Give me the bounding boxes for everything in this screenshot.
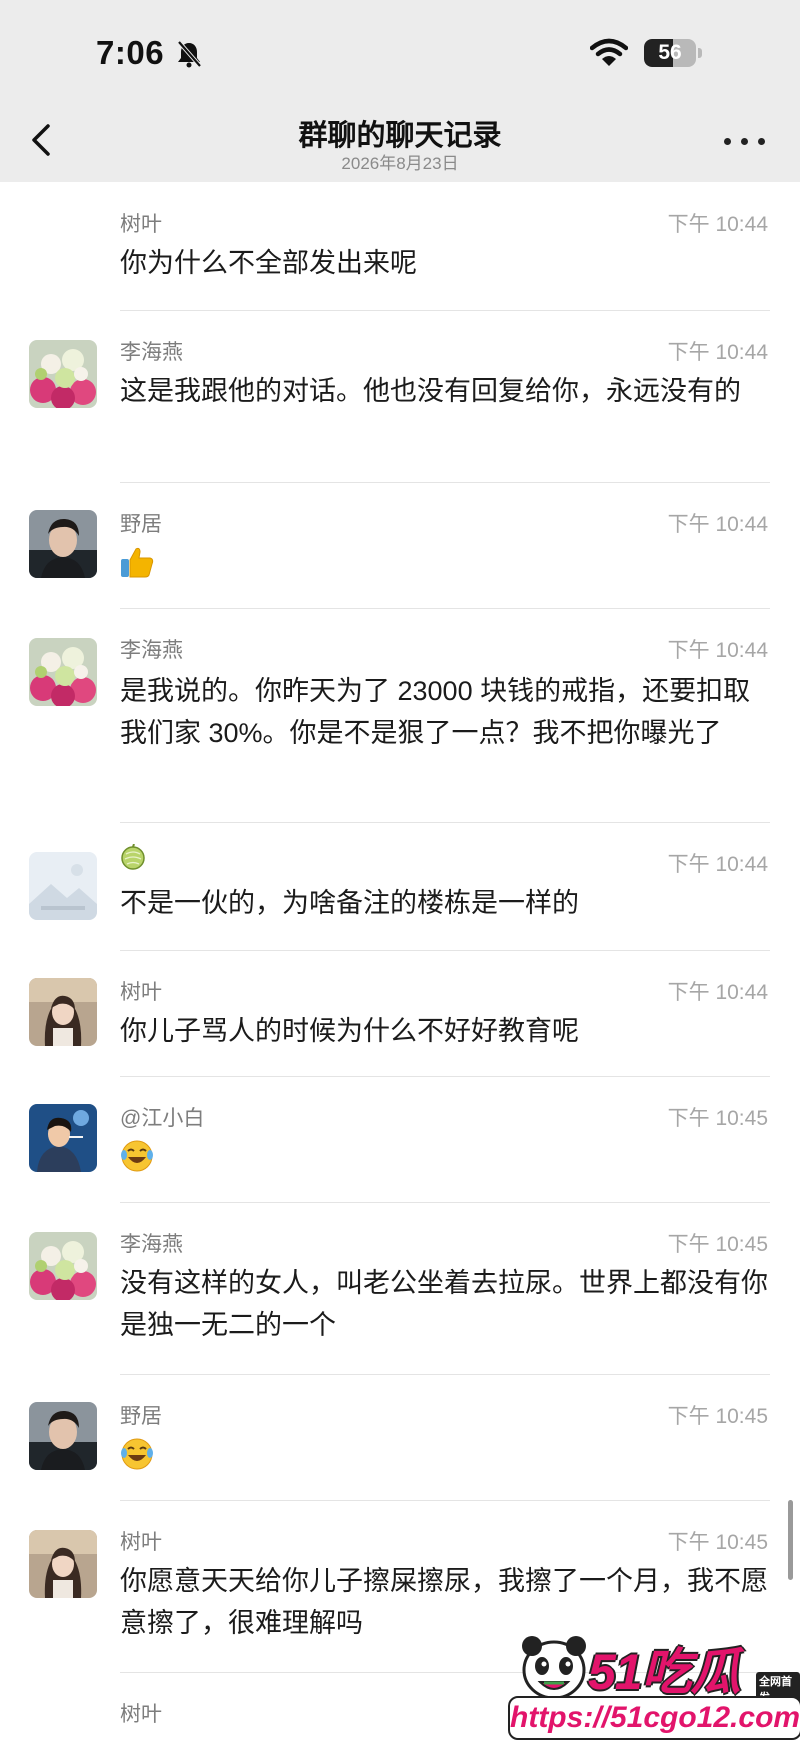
battery-percent: 56 (658, 41, 682, 64)
watermark-url: https://51cgo12.com (508, 1696, 800, 1740)
message-sender: 李海燕 (120, 341, 183, 364)
avatar-illustrated-man[interactable] (29, 1104, 97, 1172)
page-subtitle-date: 2026年8月23日 (341, 154, 459, 173)
message-sender: 野居 (120, 513, 162, 536)
message-sender: 李海燕 (120, 639, 183, 662)
message-divider (120, 608, 770, 609)
person-illustration-icon (29, 1104, 97, 1172)
message-divider (120, 1500, 770, 1501)
laughing-tears-icon (121, 1140, 153, 1172)
more-dots-icon (758, 138, 765, 145)
watermark-brand: 51吃瓜 (588, 1644, 741, 1700)
status-bar: 7:06 56 (0, 0, 800, 100)
flower-bouquet-icon (29, 1232, 97, 1300)
wifi-icon (590, 38, 628, 66)
message-text: 是我说的。你昨天为了 23000 块钱的戒指，还要扣取我们家 30%。你是不是狠… (120, 676, 751, 748)
message-time: 下午 10:44 (667, 213, 768, 236)
message-sender: 树叶 (120, 213, 162, 236)
watermark: 51吃瓜 全网首发 https://51cgo12.com (508, 1630, 800, 1740)
message-divider (120, 822, 770, 823)
avatar-flowers[interactable] (29, 638, 97, 706)
message-time: 下午 10:44 (667, 981, 768, 1004)
message-time: 下午 10:45 (667, 1107, 768, 1130)
flower-bouquet-icon (29, 638, 97, 706)
avatar-man[interactable] (29, 1402, 97, 1470)
status-time: 7:06 (96, 34, 165, 71)
message-time: 下午 10:44 (667, 639, 768, 662)
message-sender: 树叶 (120, 1703, 162, 1726)
message-time: 下午 10:44 (667, 341, 768, 364)
person-photo-icon (29, 1402, 97, 1470)
more-dots-icon (724, 138, 731, 145)
page-title: 群聊的聊天记录 (298, 120, 502, 152)
battery-nub (698, 48, 702, 58)
message-text: 不是一伙的，为啥备注的楼栋是一样的 (120, 888, 579, 918)
melon-icon (121, 844, 145, 870)
message-time: 下午 10:45 (667, 1233, 768, 1256)
message-time: 下午 10:45 (667, 1405, 768, 1428)
image-placeholder-icon (29, 852, 97, 920)
message-divider (120, 310, 770, 311)
message-text: 你为什么不全部发出来呢 (120, 248, 417, 278)
thumbs-up-icon (121, 547, 154, 578)
avatar-man[interactable] (29, 510, 97, 578)
person-photo-icon (29, 978, 97, 1046)
scrollbar[interactable] (788, 1500, 793, 1580)
bell-muted-icon (177, 40, 202, 68)
more-options-button[interactable] (722, 126, 768, 156)
message-sender: 李海燕 (120, 1233, 183, 1256)
message-sender: 树叶 (120, 981, 162, 1004)
avatar-woman[interactable] (29, 978, 97, 1046)
message-sender: @江小白 (120, 1107, 205, 1130)
avatar-flowers[interactable] (29, 340, 97, 408)
mascot-logo-icon (522, 1636, 586, 1700)
person-photo-icon (29, 1530, 97, 1598)
message-sender: 树叶 (120, 1531, 162, 1554)
message-divider (120, 950, 770, 951)
message-divider (120, 482, 770, 483)
more-dots-icon (741, 138, 748, 145)
message-sender: 野居 (120, 1405, 162, 1428)
nav-bar: 群聊的聊天记录 2026年8月23日 (0, 100, 800, 182)
avatar-woman[interactable] (29, 1530, 97, 1598)
message-text: 这是我跟他的对话。他也没有回复给你，永远没有的 (120, 376, 741, 406)
battery-icon: 56 (644, 39, 696, 67)
message-divider (120, 1202, 770, 1203)
message-time: 下午 10:45 (667, 1531, 768, 1554)
message-time: 下午 10:44 (667, 853, 768, 876)
message-divider (120, 1374, 770, 1375)
message-divider (120, 1076, 770, 1077)
message-text: 你儿子骂人的时候为什么不好好教育呢 (120, 1016, 579, 1046)
message-text: 没有这样的女人，叫老公坐着去拉尿。世界上都没有你是独一无二的一个 (120, 1268, 768, 1340)
laughing-tears-icon (121, 1438, 153, 1470)
person-photo-icon (29, 510, 97, 578)
avatar-placeholder[interactable] (29, 852, 97, 920)
flower-bouquet-icon (29, 340, 97, 408)
avatar-flowers[interactable] (29, 1232, 97, 1300)
message-time: 下午 10:44 (667, 513, 768, 536)
